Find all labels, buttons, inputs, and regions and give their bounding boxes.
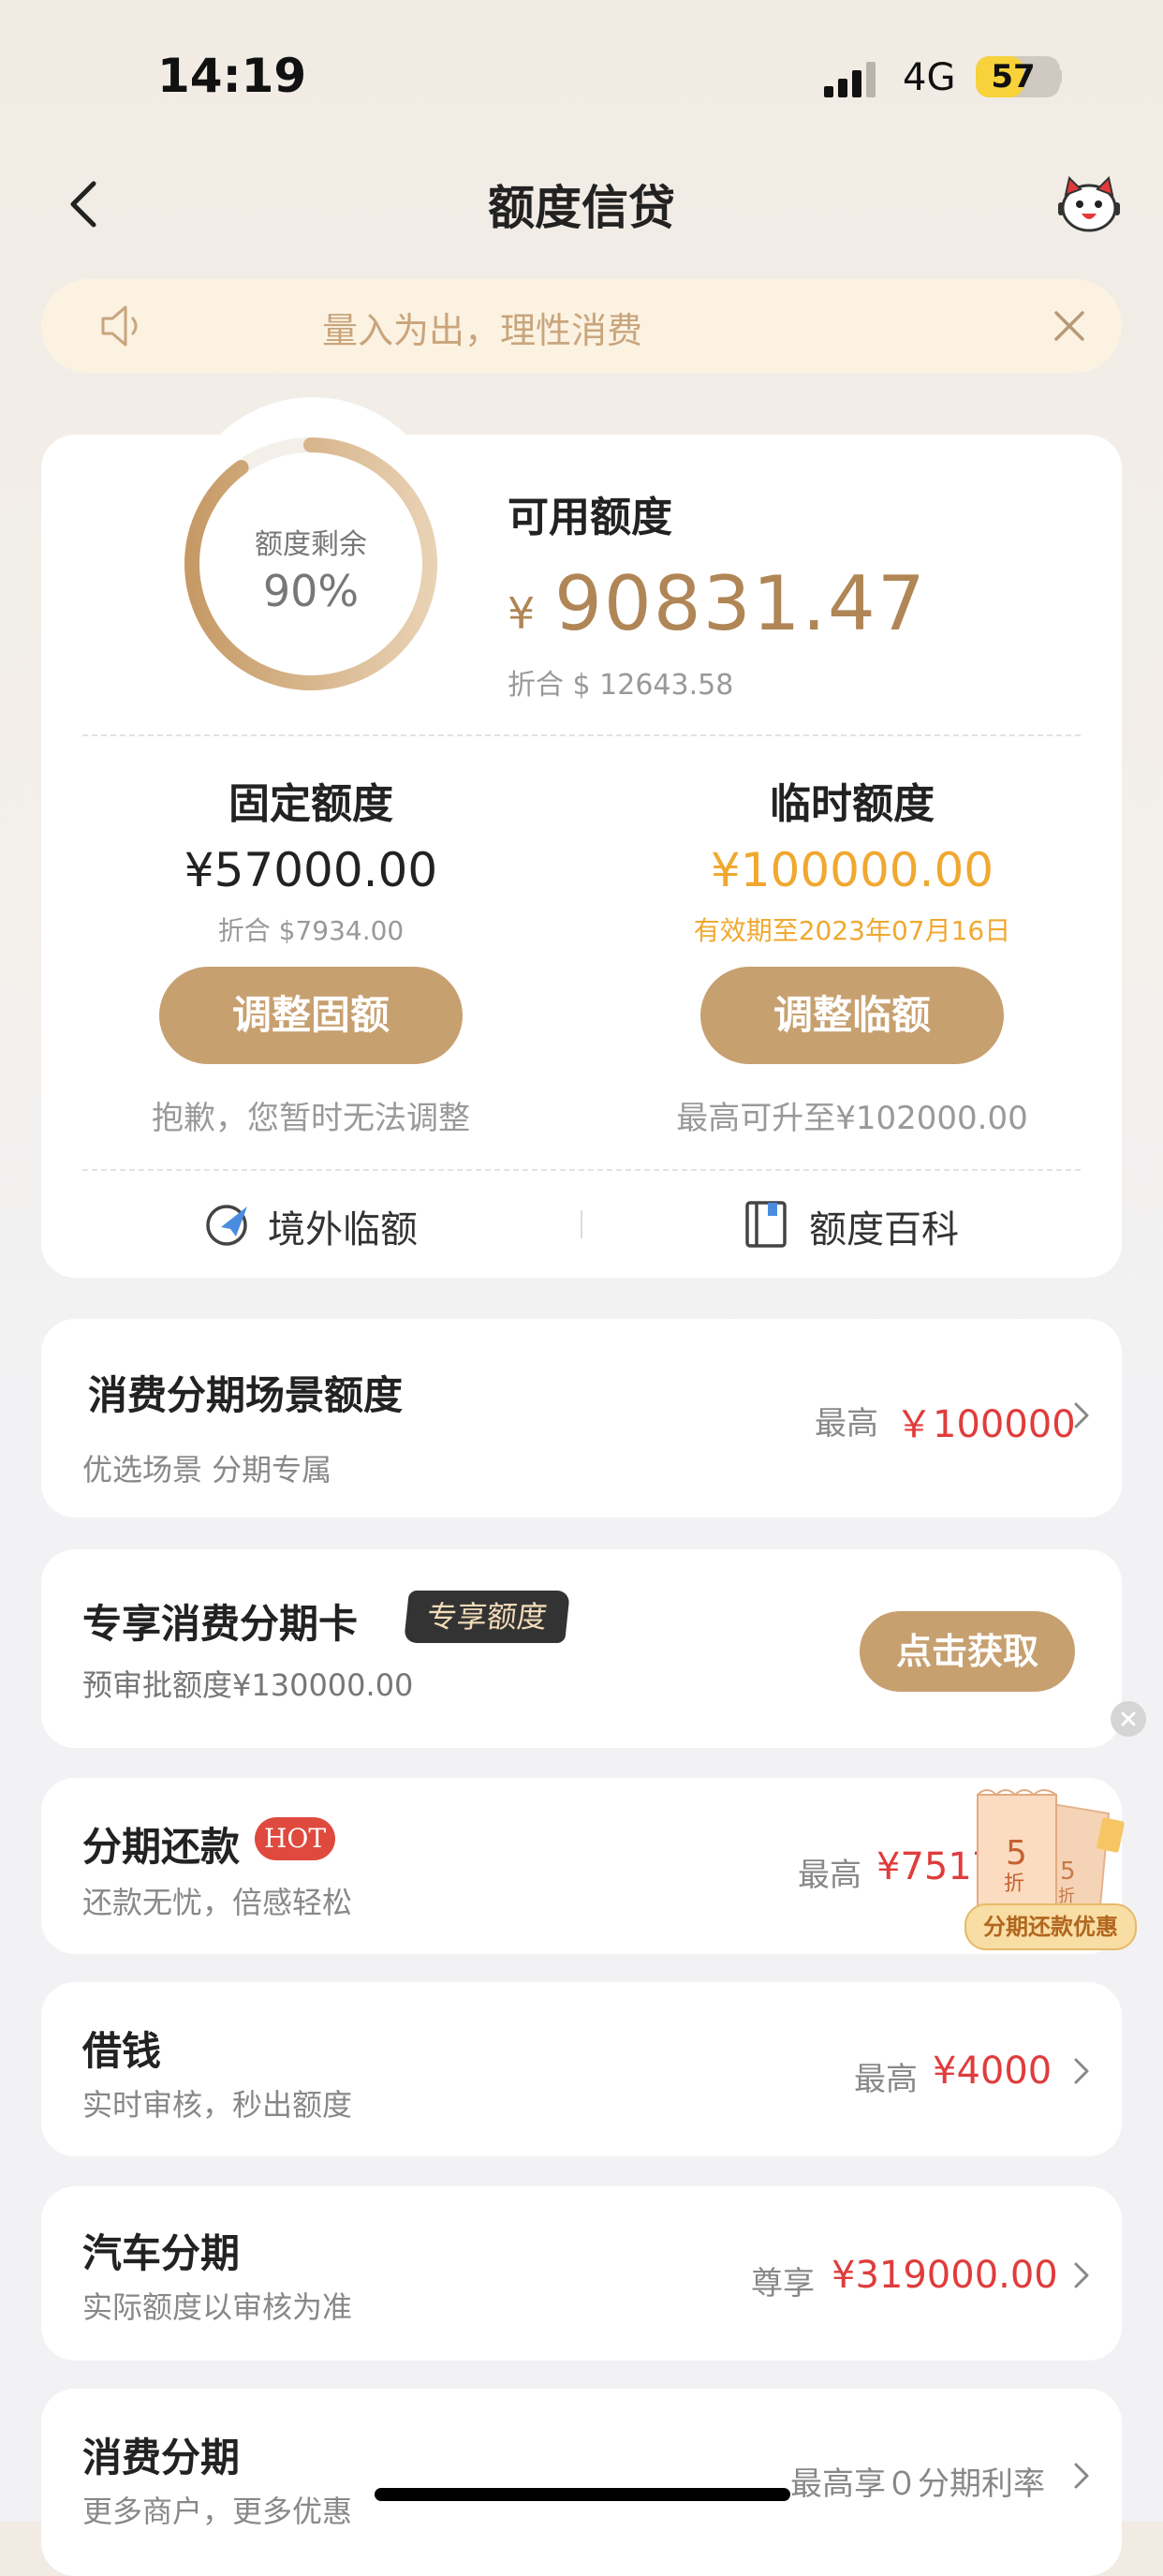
row-prefix: 最高 [854, 2061, 918, 2098]
row-amount: ￥100000 [895, 1403, 1076, 1446]
row-prefix: 尊享 [751, 2265, 815, 2302]
chevron-right-icon [1074, 2463, 1089, 2489]
home-indicator[interactable] [375, 2488, 790, 2501]
row-prefix: 最高 [798, 1857, 861, 1894]
battery-tip [1056, 69, 1062, 84]
battery-icon: 57 [976, 56, 1060, 97]
link-separator [581, 1210, 582, 1238]
adjust-fixed-button[interactable]: 调整固额 [159, 967, 463, 1064]
exclusive-credit-tag: 专享额度 [404, 1591, 570, 1643]
row-note: 最高享０分期利率 [790, 2465, 1045, 2503]
scene-credit-row[interactable]: 消费分期场景额度 优选场景 分期专属 最高 ￥100000 [41, 1319, 1122, 1517]
chevron-right-icon [1074, 2262, 1089, 2288]
row-subtitle: 还款无忧，倍感轻松 [82, 1885, 353, 1920]
row-title: 分期还款 [82, 1824, 241, 1870]
fixed-credit-converted: 折合 $7934.00 [217, 915, 405, 946]
close-icon[interactable] [1051, 307, 1088, 345]
row-title: 借钱 [82, 2028, 162, 2074]
plane-globe-icon [206, 1205, 247, 1246]
available-credit-label: 可用额度 [508, 494, 672, 541]
fixed-credit-note: 抱歉，您暂时无法调整 [152, 1100, 470, 1137]
promo-unit: 折 [1004, 1873, 1024, 1896]
borrow-row[interactable]: 借钱 实时审核，秒出额度 最高 ¥4000 [41, 1982, 1122, 2156]
row-title: 汽车分期 [82, 2230, 241, 2276]
row-subtitle: 实时审核，秒出额度 [82, 2087, 353, 2123]
adjust-temp-button[interactable]: 调整临额 [700, 967, 1004, 1064]
chevron-right-icon [1074, 2058, 1089, 2084]
close-icon [1121, 1711, 1136, 1726]
consumer-installment-row[interactable]: 消费分期 更多商户，更多优惠 最高享０分期利率 [41, 2389, 1122, 2576]
battery-level: 57 [991, 58, 1036, 96]
svg-text:5: 5 [1060, 1858, 1076, 1886]
temp-credit-title: 临时额度 [770, 780, 935, 828]
signal-icon [824, 62, 876, 97]
notice-text: 量入为出，理性消费 [322, 310, 643, 351]
hot-badge: HOT [255, 1817, 335, 1860]
book-icon [745, 1201, 787, 1248]
row-subtitle: 更多商户，更多优惠 [82, 2494, 353, 2529]
temp-credit-expiry: 有效期至2023年07月16日 [693, 915, 1011, 946]
installment-repay-promo-label[interactable]: 分期还款优惠 [964, 1903, 1137, 1950]
row-subtitle: 优选场景 分期专属 [82, 1452, 332, 1488]
row-title: 消费分期场景额度 [88, 1372, 404, 1418]
car-installment-row[interactable]: 汽车分期 实际额度以审核为准 尊享 ¥319000.00 [41, 2186, 1122, 2361]
chevron-right-icon [1074, 1402, 1089, 1429]
promo-digit: 5 [1006, 1834, 1027, 1873]
credit-wiki-link[interactable]: 额度百科 [809, 1199, 959, 1253]
fixed-credit-title: 固定额度 [228, 780, 393, 828]
page-title: 额度信贷 [488, 181, 675, 235]
row-amount: ¥319000.00 [832, 2254, 1058, 2297]
row-subtitle: 实际额度以审核为准 [82, 2289, 353, 2325]
row-prefix: 最高 [815, 1405, 878, 1443]
temp-credit-amount: ¥100000.00 [710, 843, 994, 897]
customer-service-mascot-icon[interactable] [1056, 174, 1122, 232]
row-amount: ¥4000 [933, 2050, 1053, 2093]
status-time: 14:19 [157, 49, 307, 103]
overseas-temp-credit-link[interactable]: 境外临额 [268, 1199, 418, 1253]
get-now-button[interactable]: 点击获取 [860, 1611, 1075, 1692]
remaining-credit-ring [184, 437, 437, 690]
row-title: 消费分期 [82, 2435, 241, 2480]
ring-label: 额度剩余 [255, 528, 367, 561]
temp-credit-note: 最高可升至¥102000.00 [676, 1100, 1028, 1137]
dismiss-promo-button[interactable] [1111, 1701, 1146, 1737]
available-converted: 折合 $ 12643.58 [508, 669, 734, 702]
network-type: 4G [903, 56, 956, 99]
row-title: 专享消费分期卡 [82, 1601, 359, 1647]
speaker-icon [101, 305, 138, 347]
available-credit-amount: 90831.47 [554, 560, 927, 647]
divider [82, 1169, 1081, 1171]
divider [82, 734, 1081, 736]
preapproved-amount: 预审批额度¥130000.00 [82, 1667, 414, 1703]
ring-percent: 90% [262, 566, 360, 616]
available-currency: ¥ [508, 588, 536, 639]
fixed-credit-amount: ¥57000.00 [184, 843, 438, 897]
notice-bar: 量入为出，理性消费 [41, 279, 1122, 373]
